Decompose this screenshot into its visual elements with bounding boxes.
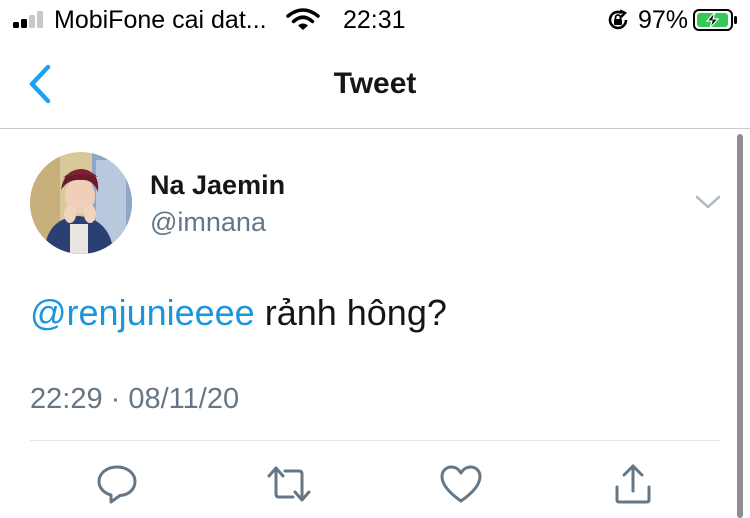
author-name[interactable]: Na Jaemin <box>150 170 285 201</box>
divider <box>30 440 720 441</box>
tweet-timestamp: 22:29 · 08/11/20 <box>30 383 240 415</box>
status-bar: MobiFone cai dat... 22:31 97% <box>0 0 750 40</box>
signal-icon <box>13 11 45 28</box>
mention-link[interactable]: @renjunieeee <box>30 292 255 333</box>
tweet-body: rảnh hông? <box>254 292 447 333</box>
orientation-lock-icon <box>608 9 628 30</box>
status-time: 22:31 <box>343 6 406 34</box>
share-icon <box>615 464 651 504</box>
retweet-icon <box>267 466 311 502</box>
heart-icon <box>440 465 482 503</box>
tweet-menu-button[interactable] <box>694 192 722 212</box>
avatar-photo <box>30 152 132 254</box>
avatar[interactable] <box>30 152 132 254</box>
chevron-down-icon <box>695 195 721 209</box>
nav-bar: Tweet <box>0 40 750 129</box>
battery-percent: 97% <box>638 6 689 34</box>
retweet-button[interactable] <box>267 462 311 506</box>
like-button[interactable] <box>439 462 483 506</box>
battery-charging-icon <box>693 9 737 31</box>
author-handle[interactable]: @imnana <box>150 207 266 238</box>
reply-icon <box>97 465 137 504</box>
tweet-text: @renjunieeee rảnh hông? <box>30 292 447 334</box>
wifi-icon <box>286 8 320 30</box>
scrollbar[interactable] <box>737 134 743 518</box>
page-title: Tweet <box>333 67 417 100</box>
reply-button[interactable] <box>95 462 139 506</box>
carrier-name: MobiFone cai dat... <box>54 6 267 34</box>
share-button[interactable] <box>611 462 655 506</box>
